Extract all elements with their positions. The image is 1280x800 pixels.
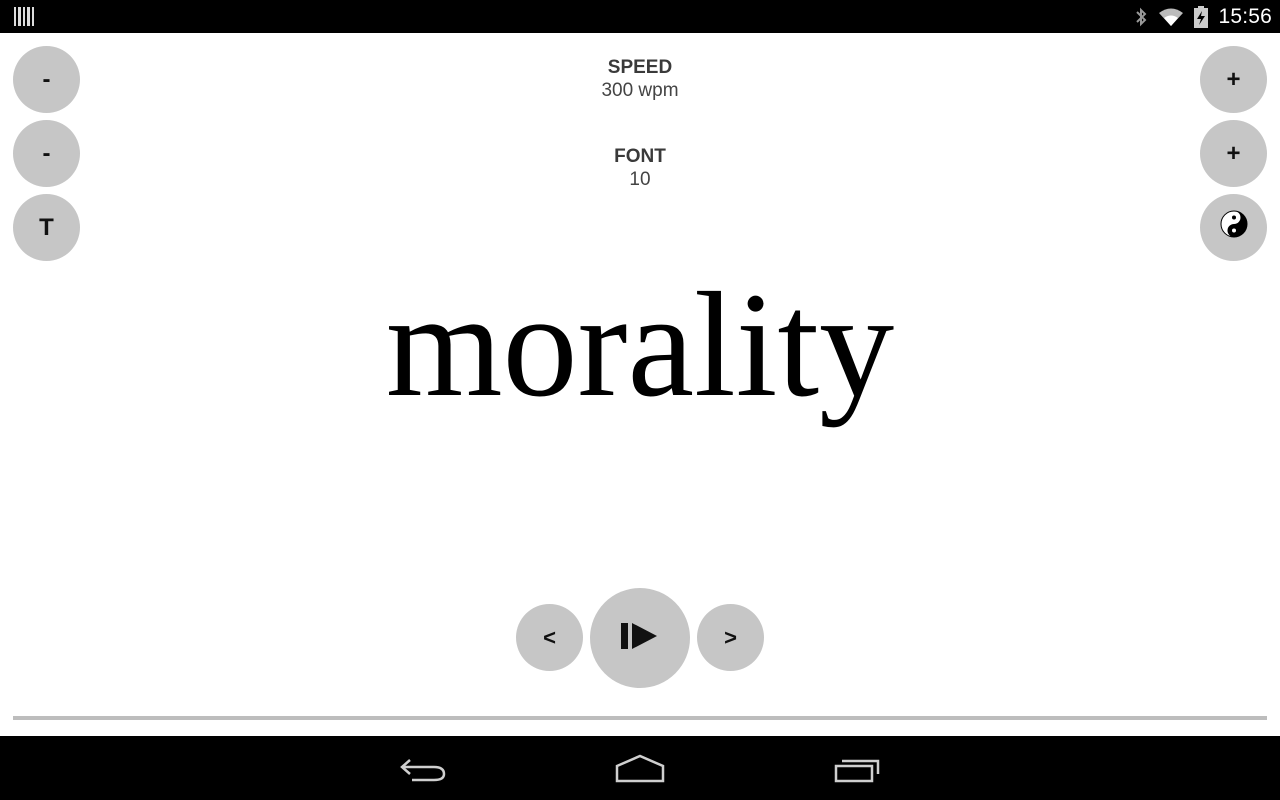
font-display: FONT 10	[0, 146, 1280, 192]
previous-label: <	[543, 624, 556, 650]
status-bar: 15:56	[0, 0, 1280, 33]
play-pause-button[interactable]	[590, 588, 690, 688]
yin-yang-icon	[1220, 210, 1248, 245]
progress-bar[interactable]	[13, 716, 1267, 720]
navigation-bar	[0, 736, 1280, 800]
bluetooth-icon	[1134, 6, 1148, 28]
back-icon[interactable]	[400, 754, 448, 789]
play-pause-icon	[621, 622, 659, 655]
recents-icon[interactable]	[834, 754, 882, 789]
wifi-icon	[1158, 7, 1184, 27]
previous-word-button[interactable]: <	[516, 604, 583, 671]
typeface-label: T	[39, 213, 54, 241]
typeface-button[interactable]: T	[13, 194, 80, 261]
current-word: morality	[385, 262, 895, 428]
clock: 15:56	[1218, 4, 1272, 28]
next-word-button[interactable]: >	[697, 604, 764, 671]
home-icon[interactable]	[615, 754, 665, 789]
speed-title: SPEED	[607, 57, 673, 78]
barcode-icon	[14, 7, 34, 26]
speed-value: 300 wpm	[601, 80, 679, 101]
status-icons: 15:56	[1134, 0, 1272, 33]
battery-charging-icon	[1194, 5, 1209, 28]
speed-display: SPEED 300 wpm	[0, 57, 1280, 103]
font-title: FONT	[614, 146, 666, 167]
theme-toggle-button[interactable]	[1200, 194, 1267, 261]
next-label: >	[724, 624, 737, 650]
font-value: 10	[629, 169, 651, 190]
